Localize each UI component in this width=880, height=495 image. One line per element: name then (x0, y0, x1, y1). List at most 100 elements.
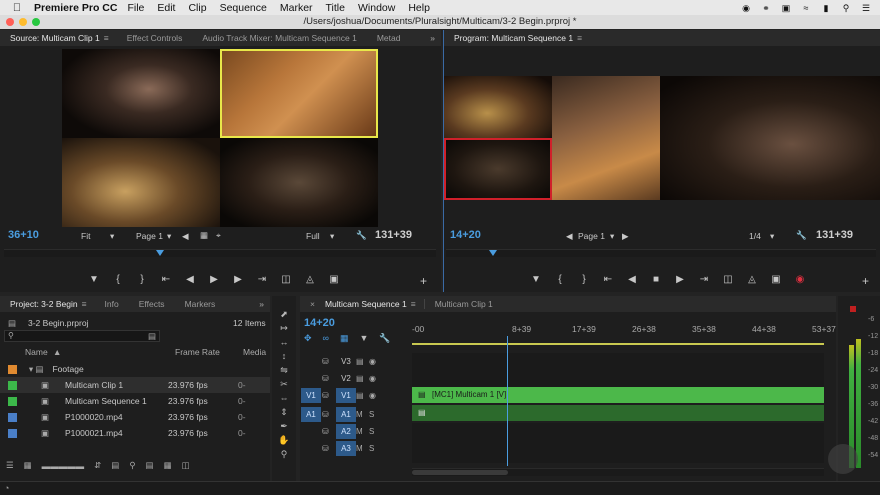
add-button-icon[interactable]: + (862, 274, 869, 288)
work-area-bar[interactable] (412, 343, 824, 345)
zoom-slider[interactable]: ▬▬▬▬▬ (42, 461, 85, 471)
label-color-chip[interactable] (8, 428, 17, 438)
tab-multicam-sequence[interactable]: Multicam Sequence 1 (325, 299, 417, 309)
timeline-timecode[interactable]: 14+20 (304, 317, 335, 329)
mark-in-icon[interactable]: { (106, 274, 130, 285)
mute-button[interactable]: M (356, 444, 369, 453)
menu-marker[interactable]: Marker (280, 2, 313, 14)
source-page-select[interactable]: Page 1 (136, 231, 163, 241)
list-icon[interactable]: ☰ (860, 3, 872, 13)
tab-program[interactable]: Program: Multicam Sequence 1 (444, 33, 583, 43)
sync-icon[interactable]: ▤ (356, 374, 369, 383)
scroll-thumb[interactable] (412, 470, 508, 475)
mute-button[interactable]: M (356, 410, 369, 419)
new-bin-icon[interactable]: ▤ (148, 331, 156, 342)
close-tab-icon[interactable]: × (300, 299, 325, 309)
insert-icon[interactable]: ◫ (274, 274, 298, 285)
program-angle-active[interactable] (444, 138, 552, 200)
chevron-left-icon[interactable]: ◀ (566, 231, 573, 242)
apple-icon[interactable]:  (0, 2, 34, 14)
menu-file[interactable]: File (127, 2, 144, 14)
tab-effects[interactable]: Effects (129, 299, 175, 309)
airplay-icon[interactable]: ▣ (780, 3, 792, 13)
track-target-a3[interactable]: A3 (336, 441, 356, 456)
tab-source[interactable]: Source: Multicam Clip 1 (0, 33, 110, 43)
list-item[interactable]: ▣ Multicam Clip 1 23.976 fps 0- (0, 377, 270, 393)
lock-icon[interactable]: ⛁ (322, 427, 336, 436)
list-item[interactable]: ▣ P1000021.mp4 23.976 fps 0- (0, 425, 270, 441)
menu-clip[interactable]: Clip (188, 2, 206, 14)
search-icon[interactable]: ⚲ (840, 3, 852, 13)
marker-icon[interactable]: ▼ (82, 274, 106, 285)
search-input[interactable]: ⚲ (4, 330, 160, 342)
program-video[interactable] (444, 76, 880, 200)
video-lanes-upper[interactable] (412, 353, 824, 387)
go-to-in-icon[interactable]: ⇤ (596, 274, 620, 285)
track-target-a1[interactable]: A1 (336, 407, 356, 422)
clip-indicator-left[interactable] (850, 306, 856, 312)
chevron-right-icon[interactable]: ▶ (622, 231, 629, 242)
pen-tool-icon[interactable]: ✒ (277, 420, 291, 433)
camera-angle-3[interactable] (62, 138, 220, 227)
tab-metadata[interactable]: Metad (367, 33, 411, 43)
source-scrub-bar[interactable] (4, 249, 436, 257)
add-marker-icon[interactable]: ▼ (359, 333, 368, 344)
tab-menu-icon[interactable]: ≡ (577, 33, 582, 43)
status-icon[interactable]: ◔ (4, 483, 9, 493)
sync-icon[interactable]: ▤ (356, 391, 369, 400)
list-item[interactable]: ▣ Multicam Sequence 1 23.976 fps 0- (0, 393, 270, 409)
camera-angle-2-selected[interactable] (220, 49, 378, 138)
sort-icon[interactable]: ▲ (53, 347, 175, 357)
go-to-out-icon[interactable]: ⇥ (692, 274, 716, 285)
column-frame-rate[interactable]: Frame Rate (175, 347, 243, 357)
list-item[interactable]: ▾ ▤ Footage (0, 361, 270, 377)
solo-button[interactable]: S (369, 410, 374, 419)
mute-button[interactable]: M (356, 427, 369, 436)
marker-icon[interactable]: ▼ (524, 274, 548, 285)
label-color-chip[interactable] (8, 380, 17, 390)
eye-icon[interactable]: ◉ (369, 374, 376, 383)
wrench-icon[interactable]: 🔧 (356, 230, 367, 241)
source-video-grid[interactable] (62, 49, 378, 227)
track-target-v2[interactable]: V2 (336, 371, 356, 386)
tab-effect-controls[interactable]: Effect Controls (117, 33, 193, 43)
extract-icon[interactable]: ◬ (740, 274, 764, 285)
source-playhead[interactable] (155, 250, 164, 256)
wifi-icon[interactable]: ≈ (800, 3, 812, 13)
track-select-tool-icon[interactable]: ↦ (277, 322, 291, 335)
program-quality-select[interactable]: 1/4 (749, 231, 761, 241)
camera-icon[interactable]: ▣ (322, 274, 346, 285)
tab-markers[interactable]: Markers (175, 299, 226, 309)
camera-icon[interactable]: ▣ (764, 274, 788, 285)
menu-window[interactable]: Window (358, 2, 395, 14)
eye-icon[interactable]: ◉ (369, 391, 376, 400)
program-angle-2[interactable] (552, 76, 660, 200)
stop-icon[interactable]: ■ (644, 274, 668, 285)
snap-icon[interactable]: ✥ (304, 333, 312, 344)
camera-angle-1[interactable] (62, 49, 220, 138)
settings-icon[interactable]: ▦ (200, 230, 208, 241)
linked-selection-icon[interactable]: ∞ (323, 333, 329, 344)
source-patch-v1[interactable]: V1 (301, 388, 321, 403)
find-icon[interactable]: ⚲ (129, 460, 135, 471)
sort-icons-icon[interactable]: ⇵ (94, 460, 101, 471)
selection-tool-icon[interactable]: ⬈ (277, 308, 291, 321)
source-patch-a1[interactable]: A1 (301, 407, 321, 422)
solo-button[interactable]: S (369, 427, 374, 436)
slide-tool-icon[interactable]: ⇕ (277, 406, 291, 419)
list-view-icon[interactable]: ☰ (6, 460, 14, 471)
column-name[interactable]: Name (25, 347, 53, 357)
dropdown-icon[interactable]: ▾ (610, 231, 614, 242)
time-ruler[interactable]: -00 8+39 17+39 26+38 35+38 44+38 53+37 (412, 322, 836, 344)
audio-lanes-lower[interactable] (412, 423, 824, 463)
timeline-playhead-line[interactable] (506, 336, 508, 466)
label-color-chip[interactable] (8, 364, 17, 374)
lock-icon[interactable]: ⛁ (322, 444, 336, 453)
hand-tool-icon[interactable]: ✋ (277, 434, 291, 447)
wrench-icon[interactable]: 🔧 (796, 230, 807, 241)
timeline-scrollbar[interactable] (412, 468, 824, 476)
list-item[interactable]: ▣ P1000020.mp4 23.976 fps 0- (0, 409, 270, 425)
overflow-icon[interactable]: » (430, 33, 441, 43)
new-bin-footer-icon[interactable]: ▤ (146, 460, 154, 471)
step-forward-icon[interactable]: ▶ (668, 274, 692, 285)
